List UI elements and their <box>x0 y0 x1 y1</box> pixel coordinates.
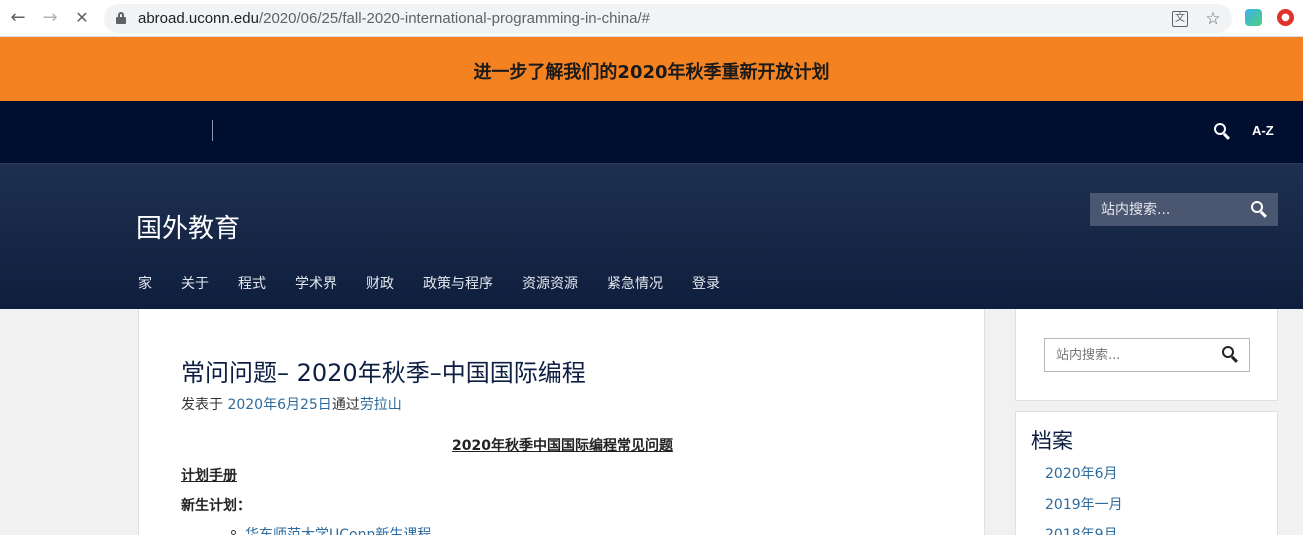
post-date-link[interactable]: 2020年6月25日 <box>227 397 331 413</box>
reopening-banner[interactable]: 进一步了解我们的2020年秋季重新开放计划 <box>0 37 1303 101</box>
bookmark-star-icon[interactable]: ☆ <box>1204 10 1222 28</box>
meta-by: 通过 <box>331 397 360 413</box>
a-z-link[interactable]: A-Z <box>1252 123 1274 138</box>
lock-icon <box>116 12 126 24</box>
ecnu-program-link[interactable]: 华东师范大学UConn新生课程 <box>245 527 431 535</box>
post-content: 常问问题– 2020年秋季–中国国际编程 发表于 2020年6月25日通过劳拉山… <box>138 309 985 535</box>
faq-heading: 2020年秋季中国国际编程常见问题 <box>452 438 673 454</box>
nav-item-resources[interactable]: 资源资源 <box>522 273 578 293</box>
nav-item-finance[interactable]: 财政 <box>366 273 394 293</box>
archive-link[interactable]: 2020年6月 <box>1045 463 1118 483</box>
main-nav: 家 关于 程式 学术界 财政 政策与程序 资源资源 紧急情况 登录 <box>138 273 749 293</box>
site-title[interactable]: 国外教育 <box>136 208 240 245</box>
url-host: abroad.uconn.edu <box>138 10 259 27</box>
divider <box>212 120 213 141</box>
post-title: 常问问题– 2020年秋季–中国国际编程 <box>181 359 586 387</box>
sidebar-search-box <box>1044 338 1250 372</box>
nav-item-policies[interactable]: 政策与程序 <box>423 273 493 293</box>
archive-link[interactable]: 2018年9月 <box>1045 524 1118 535</box>
bullet-icon <box>231 530 236 535</box>
archive-widget: 档案 2020年6月 2019年一月 2018年9月 <box>1015 411 1278 535</box>
back-arrow-icon[interactable]: ← <box>7 7 29 29</box>
translate-icon[interactable]: 文 <box>1172 11 1188 27</box>
forward-arrow-icon[interactable]: → <box>39 7 61 29</box>
stop-loading-icon[interactable]: ✕ <box>71 7 93 29</box>
archive-link[interactable]: 2019年一月 <box>1045 494 1123 514</box>
nav-item-programs[interactable]: 程式 <box>238 273 266 293</box>
nav-item-emergency[interactable]: 紧急情况 <box>607 273 663 293</box>
manual-heading: 计划手册 <box>181 468 237 484</box>
list-item: 华东师范大学UConn新生课程 <box>231 524 431 535</box>
new-student-heading: 新生计划： <box>181 498 251 514</box>
url-text[interactable]: abroad.uconn.edu/2020/06/25/fall-2020-in… <box>138 10 650 27</box>
meta-prefix: 发表于 <box>181 397 223 413</box>
url-path: /2020/06/25/fall-2020-international-prog… <box>258 10 650 27</box>
post-meta: 发表于 2020年6月25日通过劳拉山 <box>181 394 402 414</box>
nav-item-about[interactable]: 关于 <box>181 273 209 293</box>
nav-item-login[interactable]: 登录 <box>692 273 720 293</box>
header-search-input[interactable] <box>1090 193 1240 226</box>
header-search <box>1090 193 1278 226</box>
search-icon[interactable] <box>1214 123 1232 141</box>
sidebar-search-widget <box>1015 309 1278 401</box>
university-bar: A-Z <box>0 101 1303 163</box>
extension-icon[interactable] <box>1245 9 1262 26</box>
sidebar-search-input[interactable] <box>1045 339 1215 371</box>
extension-red-icon[interactable]: ● <box>1277 9 1294 26</box>
author-link[interactable]: 劳拉山 <box>360 397 402 413</box>
search-icon[interactable] <box>1251 201 1269 219</box>
archive-title: 档案 <box>1031 429 1073 453</box>
nav-item-home[interactable]: 家 <box>138 273 152 293</box>
address-bar[interactable]: abroad.uconn.edu/2020/06/25/fall-2020-in… <box>104 4 1232 33</box>
banner-text[interactable]: 进一步了解我们的2020年秋季重新开放计划 <box>473 58 829 84</box>
browser-toolbar: ← → ✕ abroad.uconn.edu/2020/06/25/fall-2… <box>0 0 1303 37</box>
search-icon[interactable] <box>1222 346 1240 364</box>
site-header: 国外教育 家 关于 程式 学术界 财政 政策与程序 资源资源 紧急情况 登录 <box>0 163 1303 309</box>
nav-item-academics[interactable]: 学术界 <box>295 273 337 293</box>
